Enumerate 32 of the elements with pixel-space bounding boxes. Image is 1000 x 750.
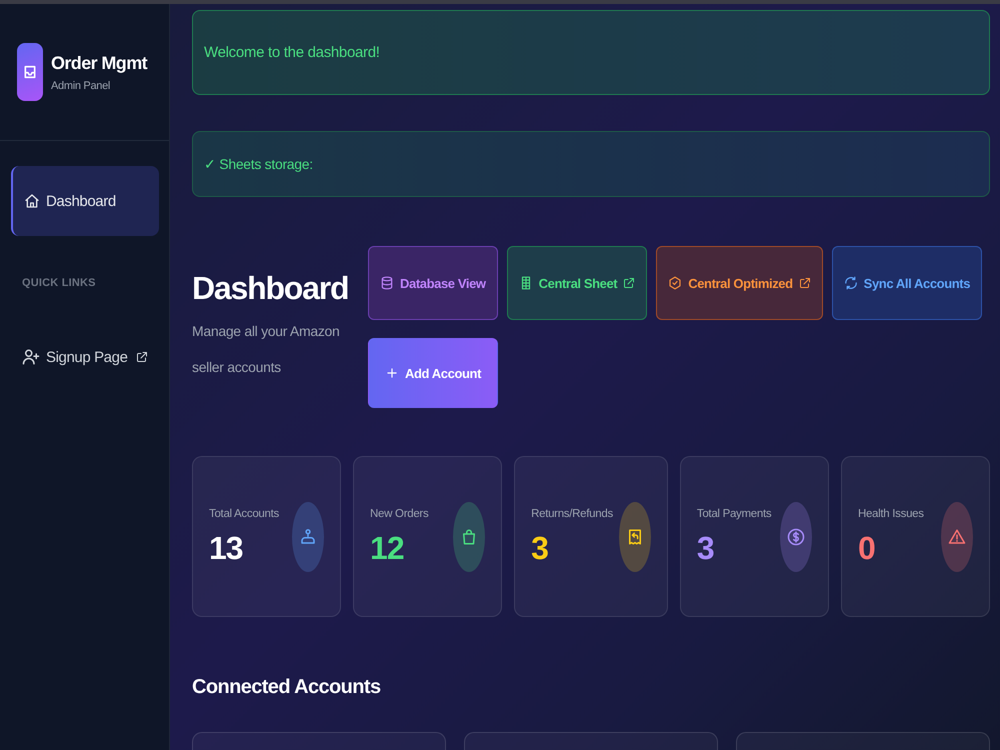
add-account-button[interactable]: Add Account (368, 338, 498, 408)
stat-label: Health Issues (858, 506, 925, 520)
action-button[interactable]: Sync All Accounts (832, 246, 982, 320)
stat-label: Total Payments (696, 506, 772, 520)
section-label: QUICK LINKS (22, 277, 96, 289)
stat-label: Total Accounts (209, 506, 280, 520)
stat-value: 13 (209, 528, 244, 566)
stat-value: 12 (370, 528, 405, 566)
database-icon (380, 276, 394, 290)
badge-check-icon (668, 276, 682, 290)
signup-link[interactable]: Signup Page (11, 337, 158, 377)
house-icon (24, 193, 40, 209)
nav-item[interactable]: Dashboard (11, 166, 159, 236)
refresh-icon (844, 276, 858, 290)
section-heading: Connected Accounts (192, 675, 382, 699)
stat-value: 0 (858, 528, 876, 566)
status-banner: ✓ Sheets storage: (192, 131, 990, 197)
brand-subtitle: Admin Panel (51, 80, 112, 92)
stat-label: New Orders (370, 506, 430, 520)
action-button[interactable]: Database View (368, 246, 498, 320)
plus-icon (385, 366, 399, 380)
stat-value: 3 (531, 528, 549, 566)
action-button[interactable]: Central Optimized (656, 246, 823, 320)
page-subtitle: Manage all your Amazon seller accounts (192, 322, 340, 377)
action-button[interactable]: Central Sheet (506, 246, 648, 320)
stat-value: 3 (696, 528, 715, 566)
page-title: Dashboard (192, 269, 350, 307)
inbox-icon (17, 43, 43, 101)
user-plus-icon (22, 348, 40, 366)
stat-label: Returns/Refunds (531, 506, 613, 520)
brand-title: Order Mgmt (51, 52, 148, 74)
welcome-banner: Welcome to the dashboard! (192, 10, 990, 95)
